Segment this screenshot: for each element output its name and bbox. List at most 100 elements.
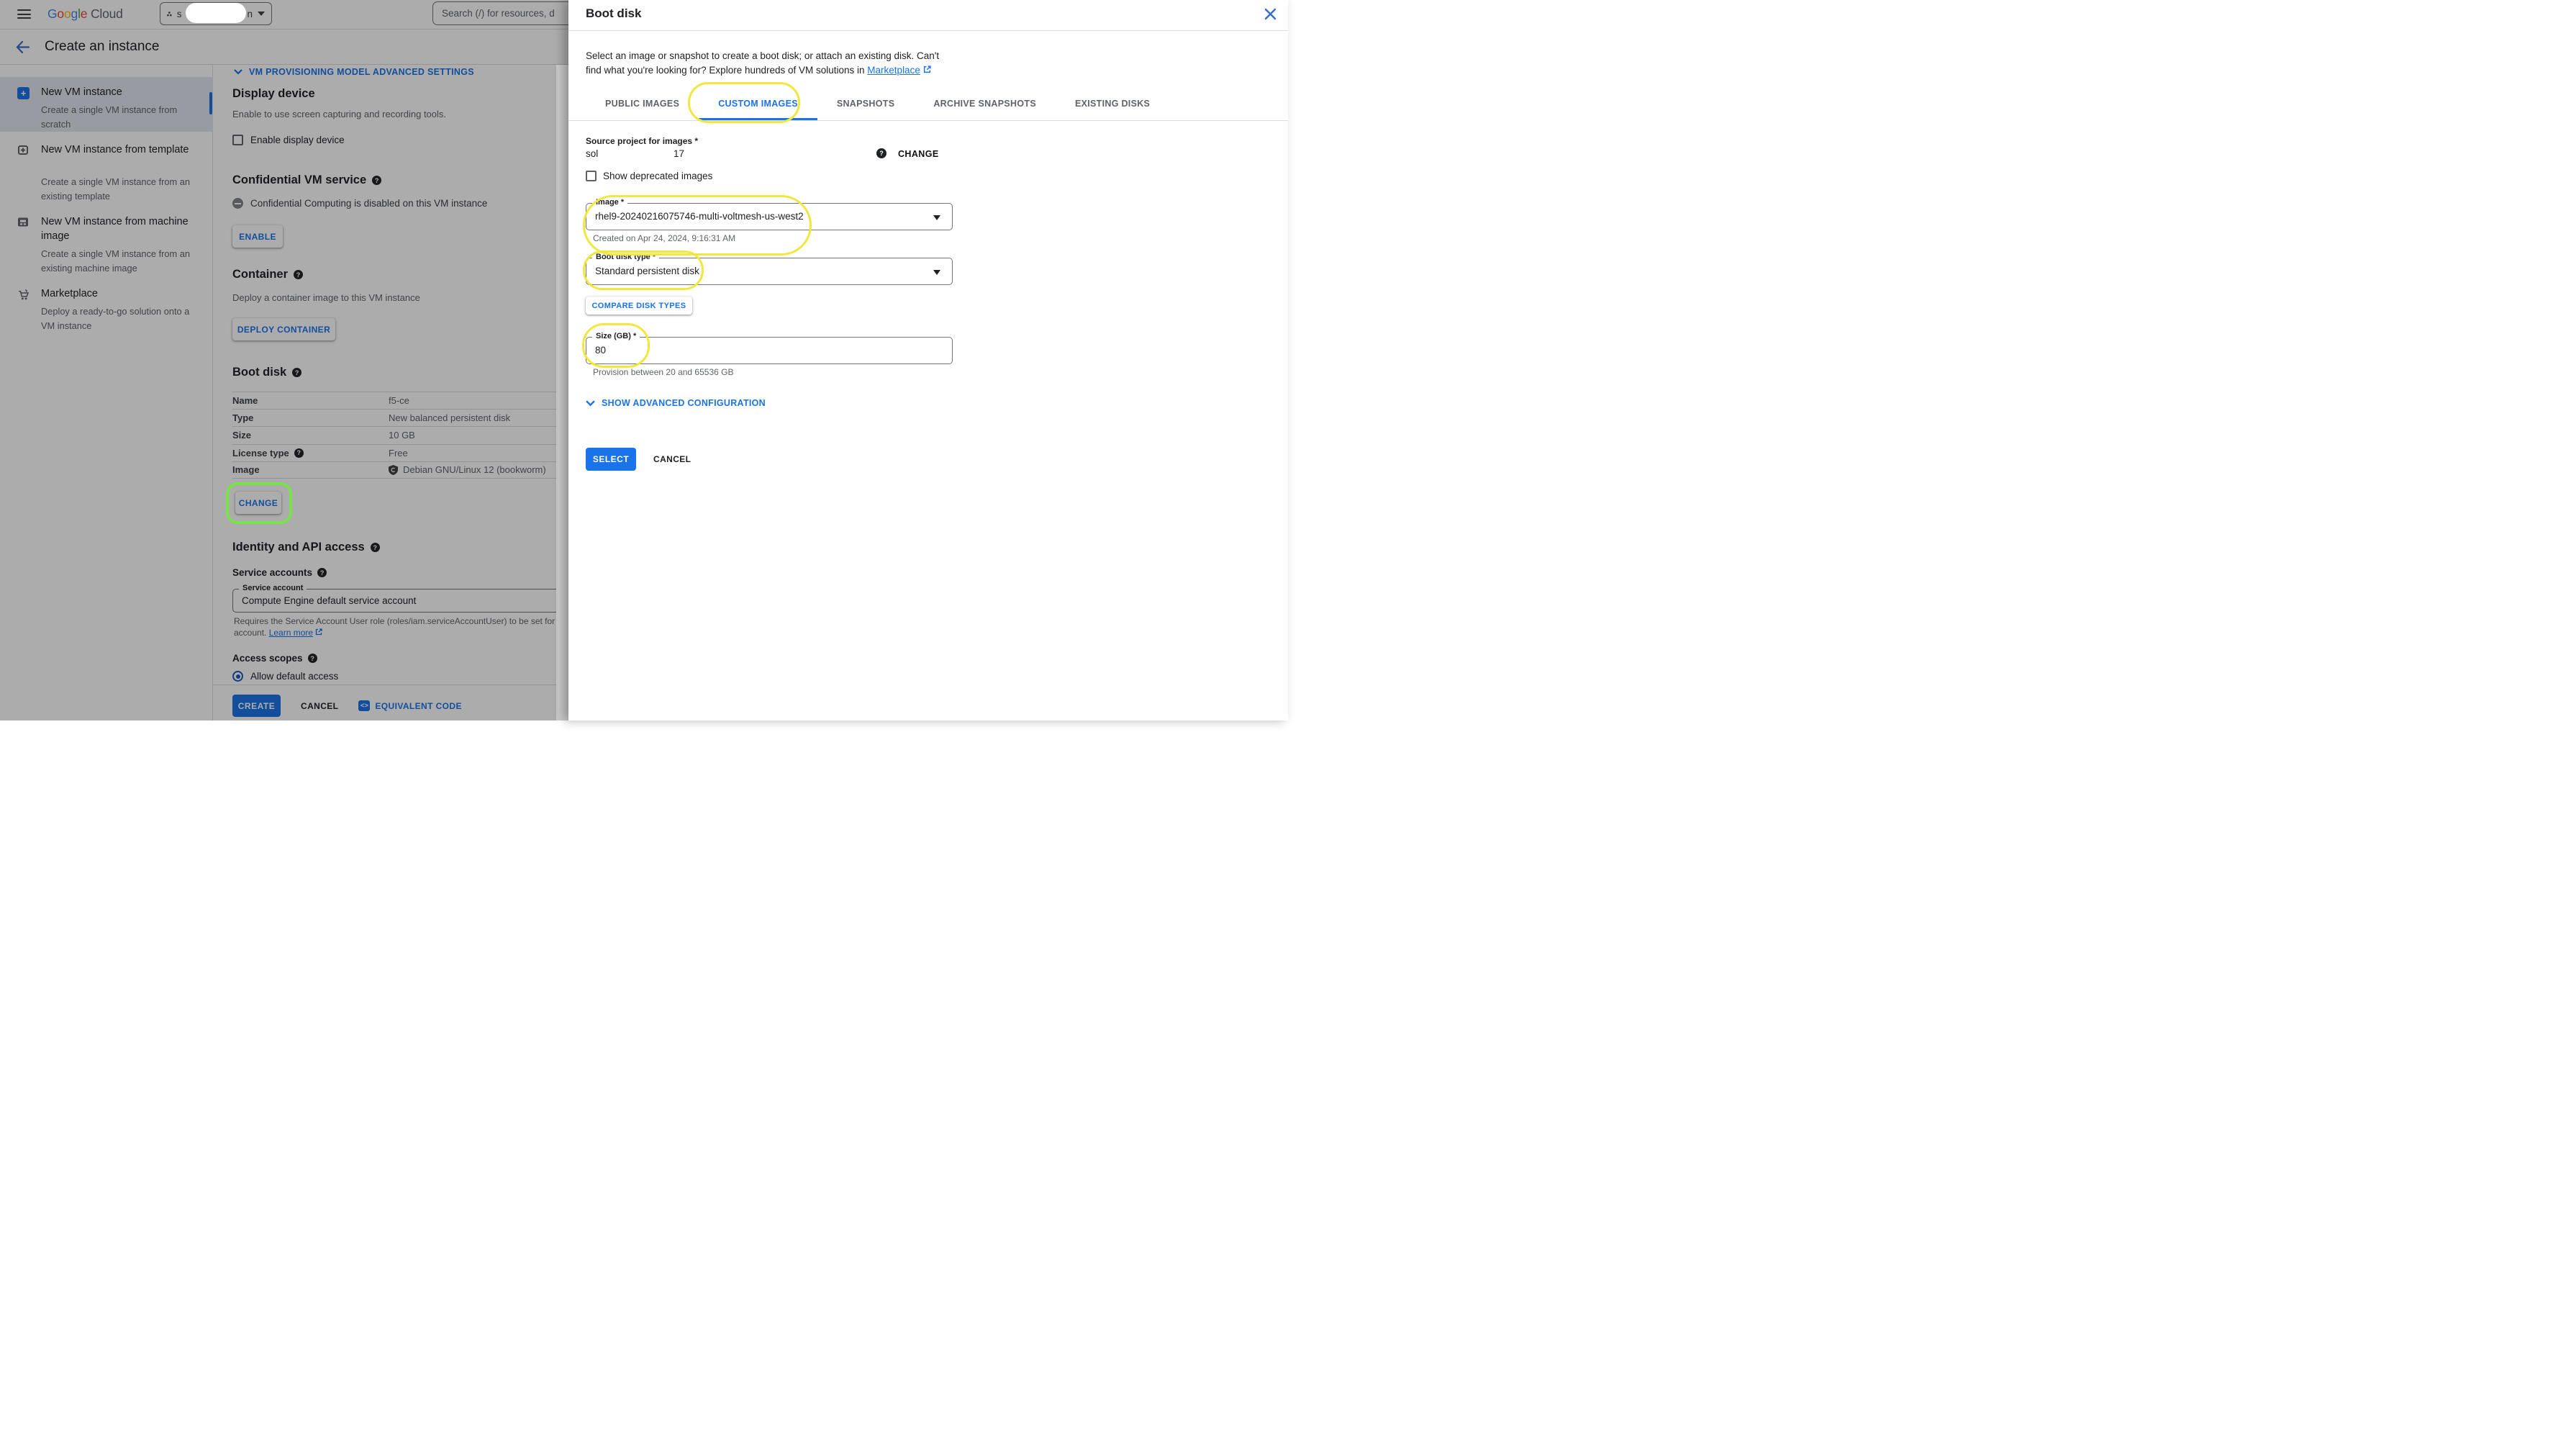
enable-button[interactable]: ENABLE — [232, 225, 283, 248]
source-project-value-start: sol — [586, 148, 598, 159]
dialog-close-icon[interactable] — [1264, 8, 1276, 24]
row-label: Type — [232, 412, 389, 423]
equivalent-code-button[interactable]: <> EQUIVALENT CODE — [358, 700, 461, 711]
help-icon[interactable]: ? — [294, 270, 303, 279]
row-value: Debian GNU/Linux 12 (bookworm) — [389, 464, 546, 475]
confidential-status-row: Confidential Computing is disabled on th… — [232, 198, 487, 209]
deploy-container-button[interactable]: DEPLOY CONTAINER — [232, 318, 335, 340]
vm-provisioning-advanced-settings-expander[interactable]: VM PROVISIONING MODEL ADVANCED SETTINGS — [234, 67, 474, 77]
size-helper: Provision between 20 and 65536 GB — [593, 367, 733, 377]
row-label-text: License type — [232, 448, 289, 458]
boot-disk-type-select[interactable]: Boot disk type * Standard persistent dis… — [586, 258, 953, 285]
size-field-value: 80 — [595, 345, 606, 356]
show-deprecated-label: Show deprecated images — [603, 171, 712, 181]
boot-disk-dialog: Boot disk Select an image or snapshot to… — [568, 0, 1288, 720]
sidebar-item-title: Marketplace — [41, 286, 196, 301]
chevron-down-icon — [234, 69, 242, 75]
enable-display-device-row: Enable display device — [232, 135, 345, 145]
create-instance-sidebar: + New VM instance Create a single VM ins… — [0, 65, 213, 720]
project-name-prefix: s — [177, 9, 182, 19]
service-account-select[interactable]: Service account Compute Engine default s… — [232, 589, 556, 613]
cancel-button[interactable]: CANCEL — [301, 701, 338, 711]
sidebar-scrollbar-thumb[interactable] — [209, 92, 212, 114]
create-button[interactable]: CREATE — [232, 695, 281, 717]
help-icon[interactable]: ? — [308, 654, 317, 663]
change-source-project-button[interactable]: CHANGE — [898, 149, 939, 159]
row-value: New balanced persistent disk — [389, 412, 510, 423]
help-icon[interactable]: ? — [292, 368, 301, 377]
tab-snapshots[interactable]: SNAPSHOTS — [817, 86, 915, 120]
radio-label: Allow default access — [250, 671, 338, 682]
hamburger-menu-icon[interactable] — [17, 9, 31, 19]
size-input[interactable]: Size (GB) * 80 — [586, 337, 953, 364]
help-icon[interactable]: ? — [876, 148, 886, 158]
new-vm-icon: + — [17, 87, 30, 99]
image-field-value: rhel9-20240216075746-multi-voltmesh-us-w… — [595, 211, 804, 222]
image-value-text: Debian GNU/Linux 12 (bookworm) — [403, 464, 546, 475]
identity-api-heading: Identity and API access ? — [232, 541, 380, 554]
dialog-divider — [568, 30, 1288, 31]
sidebar-item-desc: Create a single VM instance from an exis… — [41, 175, 198, 203]
expander-label: SHOW ADVANCED CONFIGURATION — [602, 398, 766, 408]
service-accounts-text: Service accounts — [232, 567, 312, 578]
sidebar-item-title: New VM instance from machine image — [41, 214, 196, 243]
size-field-label: Size (GB) * — [592, 332, 640, 340]
service-accounts-label: Service accounts ? — [232, 567, 327, 578]
learn-more-link[interactable]: Learn more — [269, 628, 313, 638]
compare-disk-types-button[interactable]: COMPARE DISK TYPES — [586, 297, 692, 315]
display-device-desc: Enable to use screen capturing and recor… — [232, 109, 446, 119]
service-account-field-label: Service account — [239, 584, 307, 592]
change-boot-disk-button[interactable]: CHANGE — [235, 492, 281, 514]
tab-custom-images[interactable]: CUSTOM IMAGES — [699, 86, 817, 120]
show-deprecated-checkbox[interactable] — [586, 171, 597, 181]
help-icon[interactable]: ? — [317, 568, 327, 577]
equivalent-code-label: EQUIVALENT CODE — [375, 701, 461, 711]
help-icon[interactable]: ? — [294, 448, 304, 458]
chevron-down-icon — [586, 400, 595, 407]
row-label: Size — [232, 430, 389, 441]
helper-prefix: account. — [234, 628, 269, 638]
allow-default-access-radio[interactable] — [232, 671, 243, 682]
back-arrow-icon[interactable] — [16, 41, 30, 57]
marketplace-cart-icon — [17, 289, 30, 305]
show-advanced-configuration-expander[interactable]: SHOW ADVANCED CONFIGURATION — [586, 398, 766, 408]
select-button[interactable]: SELECT — [586, 448, 636, 471]
image-select[interactable]: Image * rhel9-20240216075746-multi-voltm… — [586, 203, 953, 230]
help-icon[interactable]: ? — [371, 543, 380, 552]
main-scrollbar-track[interactable] — [556, 65, 568, 720]
table-row: Size 10 GB — [232, 426, 556, 443]
service-account-helper: Requires the Service Account User role (… — [234, 616, 555, 626]
logo-cloud-label: Cloud — [87, 6, 122, 21]
row-value: 10 GB — [389, 430, 415, 441]
tab-archive-snapshots[interactable]: ARCHIVE SNAPSHOTS — [914, 86, 1056, 120]
sidebar-item-desc: Create a single VM instance from an exis… — [41, 247, 198, 275]
help-icon[interactable]: ? — [372, 176, 381, 185]
row-label: Name — [232, 395, 389, 406]
container-desc: Deploy a container image to this VM inst… — [232, 292, 420, 303]
row-label: License type ? — [232, 448, 389, 458]
dialog-tabs: PUBLIC IMAGES CUSTOM IMAGES SNAPSHOTS AR… — [568, 86, 1288, 121]
footer-actions: CREATE CANCEL <> EQUIVALENT CODE — [232, 695, 462, 717]
enable-display-device-checkbox[interactable] — [232, 135, 243, 145]
disk-type-field-value: Standard persistent disk — [595, 266, 699, 276]
identity-title: Identity and API access — [232, 541, 365, 554]
table-row: License type ? Free — [232, 444, 556, 461]
allow-default-access-row: Allow default access — [232, 671, 338, 682]
page-title: Create an instance — [45, 39, 160, 55]
marketplace-link[interactable]: Marketplace — [867, 65, 920, 76]
boot-disk-title: Boot disk — [232, 366, 286, 379]
service-account-helper-line2: account. Learn more — [234, 628, 322, 638]
display-device-heading: Display device — [232, 87, 315, 101]
boot-disk-heading: Boot disk ? — [232, 366, 301, 379]
image-field-label: Image * — [592, 198, 627, 207]
dialog-intro: Select an image or snapshot to create a … — [586, 49, 949, 78]
sidebar-item-title: New VM instance from template — [41, 143, 196, 157]
tab-public-images[interactable]: PUBLIC IMAGES — [586, 86, 699, 120]
row-value: Free — [389, 448, 408, 458]
gcp-console: Google Cloud s n Search (/) for resource… — [0, 0, 1288, 720]
confidential-status-text: Confidential Computing is disabled on th… — [250, 198, 487, 209]
expander-label: VM PROVISIONING MODEL ADVANCED SETTINGS — [249, 67, 474, 77]
dialog-cancel-button[interactable]: CANCEL — [653, 454, 691, 464]
container-heading: Container ? — [232, 268, 303, 281]
tab-existing-disks[interactable]: EXISTING DISKS — [1056, 86, 1169, 120]
